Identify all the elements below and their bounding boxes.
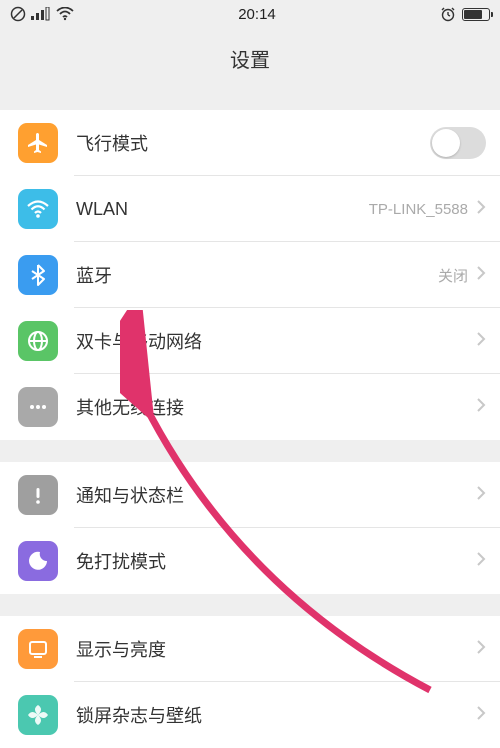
network-icon — [18, 321, 58, 361]
alarm-icon — [440, 6, 456, 22]
wlan-icon — [18, 189, 58, 229]
battery-icon — [462, 8, 490, 21]
dualsim-label: 双卡与移动网络 — [76, 328, 476, 354]
chevron-right-icon — [476, 265, 486, 286]
chevron-right-icon — [476, 639, 486, 660]
other-wireless-label: 其他无线连接 — [76, 394, 476, 420]
bluetooth-value: 关闭 — [438, 265, 468, 286]
chevron-right-icon — [476, 397, 486, 418]
chevron-right-icon — [476, 705, 486, 726]
chevron-right-icon — [476, 199, 486, 220]
airplane-mode-row[interactable]: 飞行模式 — [0, 110, 500, 176]
airplane-label: 飞行模式 — [76, 130, 430, 156]
status-left — [10, 6, 74, 22]
dualsim-row[interactable]: 双卡与移动网络 — [0, 308, 500, 374]
chevron-right-icon — [476, 485, 486, 506]
display-icon — [18, 629, 58, 669]
no-disturb-status-icon — [10, 6, 26, 22]
lockscreen-row[interactable]: 锁屏杂志与壁纸 — [0, 682, 500, 748]
status-time: 20:14 — [238, 6, 276, 23]
exclamation-icon — [18, 475, 58, 515]
wifi-icon — [56, 7, 74, 21]
display-row[interactable]: 显示与亮度 — [0, 616, 500, 682]
status-right — [440, 6, 490, 22]
chevron-right-icon — [476, 331, 486, 352]
display-label: 显示与亮度 — [76, 636, 476, 662]
bluetooth-label: 蓝牙 — [76, 262, 438, 288]
notifications-row[interactable]: 通知与状态栏 — [0, 462, 500, 528]
lockscreen-label: 锁屏杂志与壁纸 — [76, 702, 476, 728]
airplane-toggle[interactable] — [430, 127, 486, 159]
signal-icon — [31, 7, 51, 21]
wlan-value: TP-LINK_5588 — [369, 201, 468, 218]
wlan-label: WLAN — [76, 199, 369, 220]
wlan-row[interactable]: WLAN TP-LINK_5588 — [0, 176, 500, 242]
windmill-icon — [18, 695, 58, 735]
page-title: 设置 — [0, 28, 500, 88]
status-bar: 20:14 — [0, 0, 500, 28]
notifications-label: 通知与状态栏 — [76, 482, 476, 508]
moon-icon — [18, 541, 58, 581]
other-wireless-row[interactable]: 其他无线连接 — [0, 374, 500, 440]
bluetooth-row[interactable]: 蓝牙 关闭 — [0, 242, 500, 308]
dnd-label: 免打扰模式 — [76, 548, 476, 574]
airplane-icon — [18, 123, 58, 163]
dnd-row[interactable]: 免打扰模式 — [0, 528, 500, 594]
bluetooth-icon — [18, 255, 58, 295]
more-icon — [18, 387, 58, 427]
chevron-right-icon — [476, 551, 486, 572]
